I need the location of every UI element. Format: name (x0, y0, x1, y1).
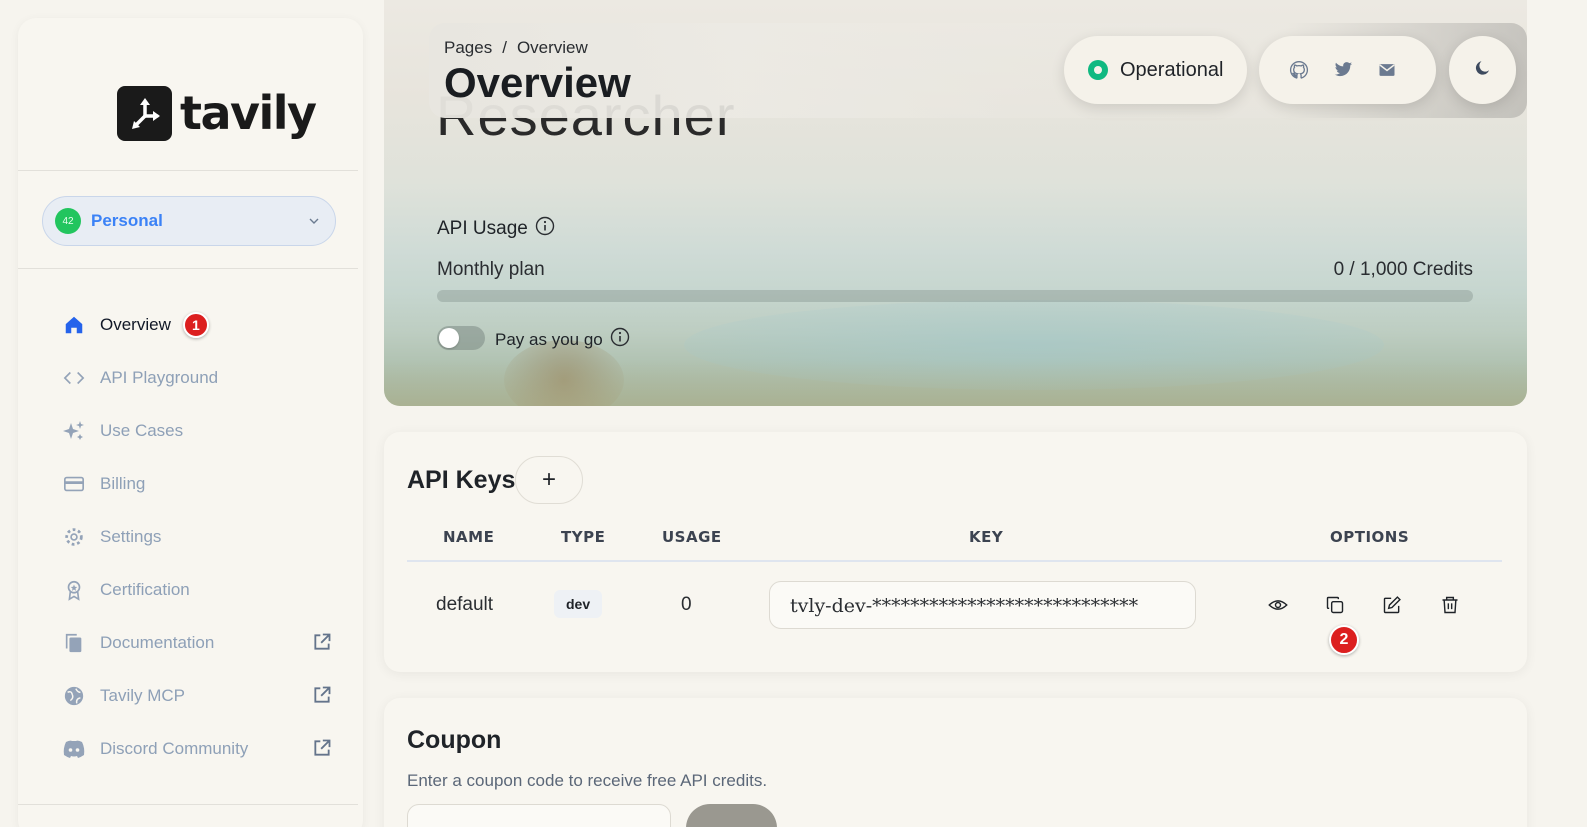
team-selector[interactable]: 42 Personal (42, 196, 336, 246)
annotation-badge: 1 (182, 311, 209, 338)
payg-text: Pay as you go (495, 329, 603, 349)
coupon-code-input[interactable] (407, 804, 671, 827)
sidebar-item-label: API Playground (100, 367, 219, 387)
sidebar-item-label: Discord Community (100, 738, 249, 758)
team-name: Personal (91, 211, 163, 230)
column-header-key: KEY (969, 528, 1004, 546)
column-header-usage: USAGE (662, 528, 722, 546)
coupon-description: Enter a coupon code to receive free API … (407, 771, 768, 790)
usage-title-text: API Usage (437, 218, 528, 239)
sidebar-item-discord-community[interactable]: Discord Community (62, 722, 332, 775)
add-api-key-button[interactable]: + (515, 456, 583, 504)
annotation-badge: 2 (1329, 625, 1359, 655)
home-icon (62, 313, 86, 337)
sidebar-item-api-playground[interactable]: API Playground (62, 351, 332, 404)
column-header-type: TYPE (561, 528, 606, 546)
key-usage: 0 (681, 594, 692, 615)
breadcrumb-item: Overview (516, 38, 588, 57)
sidebar-item-overview[interactable]: Overview 1 (62, 298, 332, 351)
breadcrumb-item[interactable]: Pages (444, 38, 492, 58)
sidebar-item-tavily-mcp[interactable]: Tavily MCP (62, 669, 332, 722)
twitter-icon[interactable] (1331, 58, 1355, 82)
code-icon (62, 366, 86, 390)
sidebar-divider (18, 268, 358, 269)
chevron-down-icon (307, 214, 321, 233)
sidebar-item-settings[interactable]: Settings (62, 510, 332, 563)
status-indicator[interactable]: Operational (1064, 36, 1247, 104)
sidebar-item-label: Use Cases (100, 420, 184, 440)
sidebar-item-label: Documentation (100, 632, 215, 652)
api-key-field[interactable]: tvly-dev-**************************** (769, 581, 1196, 629)
award-icon (62, 578, 86, 602)
copy-icon[interactable] (1323, 593, 1347, 617)
sidebar-divider (18, 804, 358, 805)
external-link-icon[interactable] (312, 738, 332, 763)
external-link-icon[interactable] (312, 685, 332, 710)
sidebar-item-label: Tavily MCP (100, 685, 186, 705)
column-header-name: NAME (443, 528, 495, 546)
toggle-knob (439, 328, 459, 348)
usage-title: API Usage (437, 216, 555, 242)
usage-progress-bar (437, 290, 1473, 302)
table-header-divider (407, 560, 1502, 562)
sidebar-item-label: Billing (100, 473, 146, 493)
breadcrumb-separator: / (502, 38, 507, 57)
sparkles-icon (62, 419, 86, 443)
sidebar: tavily 42 Personal Overview 1 API Playgr… (18, 18, 363, 827)
credit-card-icon (62, 472, 86, 496)
sidebar-divider (18, 170, 358, 171)
sidebar-item-billing[interactable]: Billing (62, 457, 332, 510)
api-keys-title: API Keys (407, 466, 516, 494)
globe-icon (62, 684, 86, 708)
brand-name: tavily (180, 86, 317, 140)
status-dot-icon (1088, 60, 1108, 80)
api-keys-card: API Keys + NAME TYPE USAGE KEY OPTIONS d… (384, 432, 1527, 672)
sidebar-nav: Overview 1 API Playground Use Cases Bill… (62, 298, 332, 775)
key-name: default (436, 594, 494, 615)
sidebar-item-label: Certification (100, 579, 190, 599)
sidebar-item-label: Settings (100, 526, 162, 546)
trash-icon[interactable] (1438, 593, 1462, 617)
brand-logo[interactable]: tavily (117, 86, 317, 141)
eye-icon[interactable] (1266, 593, 1290, 617)
moon-icon (1474, 59, 1492, 82)
plan-label: Monthly plan (437, 259, 545, 280)
team-avatar: 42 (55, 208, 81, 234)
coupon-title: Coupon (407, 726, 502, 754)
info-icon[interactable] (610, 327, 630, 352)
social-links (1259, 36, 1436, 104)
coupon-card: Coupon Enter a coupon code to receive fr… (384, 698, 1527, 827)
theme-toggle[interactable] (1449, 36, 1516, 104)
page-title: Overview (444, 59, 631, 106)
edit-icon[interactable] (1380, 593, 1404, 617)
external-link-icon[interactable] (312, 632, 332, 657)
pay-as-you-go-label: Pay as you go (495, 327, 630, 352)
document-icon (62, 631, 86, 655)
credits-readout: 0 / 1,000 Credits (1333, 259, 1473, 280)
pay-as-you-go-toggle[interactable] (437, 326, 485, 350)
discord-icon (62, 737, 86, 761)
key-type-badge: dev (554, 590, 603, 618)
tavily-logo-icon (117, 86, 172, 141)
gear-icon (62, 525, 86, 549)
sidebar-item-certification[interactable]: Certification (62, 563, 332, 616)
status-text: Operational (1120, 58, 1224, 81)
mail-icon[interactable] (1375, 58, 1399, 82)
sidebar-item-documentation[interactable]: Documentation (62, 616, 332, 669)
github-icon[interactable] (1287, 58, 1311, 82)
redeem-coupon-button[interactable] (686, 804, 777, 827)
column-header-options: OPTIONS (1330, 528, 1410, 546)
info-icon[interactable] (535, 216, 555, 242)
sidebar-item-label: Overview (100, 314, 171, 334)
breadcrumb: Pages / Overview (444, 38, 588, 58)
sidebar-item-use-cases[interactable]: Use Cases (62, 404, 332, 457)
hero-background (384, 360, 1527, 406)
